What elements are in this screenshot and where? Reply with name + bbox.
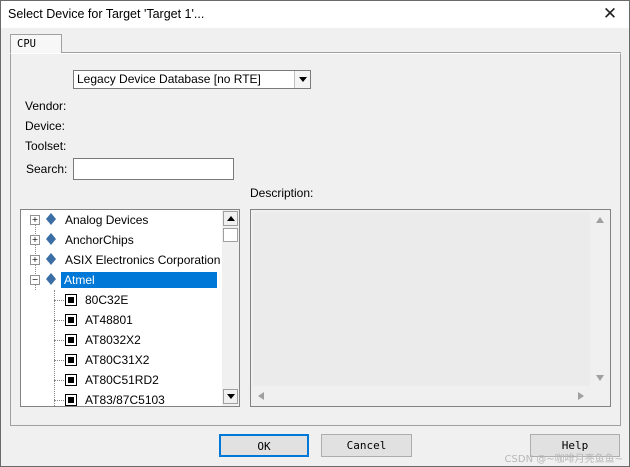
collapse-minus-icon[interactable]: − bbox=[30, 275, 40, 285]
tree-item-device[interactable]: AT8032X2 bbox=[21, 330, 221, 350]
device-label: Device: bbox=[25, 119, 66, 133]
vendor-diamond-icon bbox=[46, 213, 56, 225]
tree-item-device[interactable]: 80C32E bbox=[21, 290, 221, 310]
tree-item-device[interactable]: AT80C31X2 bbox=[21, 350, 221, 370]
chevron-down-icon[interactable] bbox=[294, 71, 310, 88]
tree-item-label: ASIX Electronics Corporation bbox=[65, 253, 221, 267]
expand-plus-icon[interactable]: + bbox=[30, 235, 40, 245]
chip-icon bbox=[65, 334, 77, 346]
tab-cpu[interactable]: CPU bbox=[10, 34, 62, 54]
tree-item-asix[interactable]: + ASIX Electronics Corporation bbox=[21, 250, 221, 270]
tree-item-label: AnchorChips bbox=[65, 233, 134, 247]
scroll-right-icon[interactable] bbox=[578, 392, 584, 400]
tab-cpu-label: CPU bbox=[17, 38, 36, 50]
description-horizontal-scrollbar[interactable] bbox=[252, 388, 590, 405]
window-title: Select Device for Target 'Target 1'... bbox=[8, 7, 205, 21]
tree-item-label: Atmel bbox=[61, 272, 217, 288]
description-box bbox=[250, 209, 611, 407]
vendor-diamond-icon bbox=[46, 273, 56, 285]
tree-connector bbox=[54, 320, 64, 321]
tree-connector bbox=[54, 340, 64, 341]
tree-item-device[interactable]: AT80C51RD2 bbox=[21, 370, 221, 390]
chip-icon bbox=[65, 394, 77, 406]
tree-item-label: AT83/87C5103 bbox=[85, 393, 165, 407]
description-text-area bbox=[253, 212, 590, 386]
vendor-label: Vendor: bbox=[25, 99, 67, 113]
tree-item-analog-devices[interactable]: + Analog Devices bbox=[21, 210, 221, 230]
tree-item-label: AT48801 bbox=[85, 313, 133, 327]
scroll-left-icon[interactable] bbox=[258, 392, 264, 400]
cancel-button[interactable]: Cancel bbox=[321, 434, 412, 457]
tree-item-label: AT8032X2 bbox=[85, 333, 141, 347]
tree-item-label: Analog Devices bbox=[65, 213, 149, 227]
tree-item-device[interactable]: AT48801 bbox=[21, 310, 221, 330]
ok-button[interactable]: OK bbox=[219, 434, 309, 457]
search-input[interactable] bbox=[73, 158, 234, 180]
search-label: Search: bbox=[26, 162, 68, 176]
scroll-down-icon[interactable] bbox=[223, 389, 238, 404]
tree-item-label: 80C32E bbox=[85, 293, 129, 307]
chip-icon bbox=[65, 294, 77, 306]
chip-icon bbox=[65, 374, 77, 386]
description-label: Description: bbox=[250, 186, 314, 200]
title-bar: Select Device for Target 'Target 1'... ✕ bbox=[1, 1, 629, 28]
vendor-diamond-icon bbox=[46, 253, 56, 265]
scroll-up-icon[interactable] bbox=[596, 217, 604, 223]
expand-plus-icon[interactable]: + bbox=[30, 255, 40, 265]
device-database-select[interactable]: Legacy Device Database [no RTE] bbox=[73, 70, 311, 89]
vendor-diamond-icon bbox=[46, 233, 56, 245]
scroll-up-icon[interactable] bbox=[223, 211, 238, 226]
chip-icon bbox=[65, 354, 77, 366]
scroll-down-icon[interactable] bbox=[596, 375, 604, 381]
tree-connector bbox=[54, 360, 64, 361]
device-database-value: Legacy Device Database [no RTE] bbox=[77, 72, 261, 86]
tree-scrollbar[interactable] bbox=[222, 210, 239, 406]
tree-item-device[interactable]: AT83/87C5103 bbox=[21, 390, 221, 407]
description-vertical-scrollbar[interactable] bbox=[592, 211, 609, 387]
toolset-label: Toolset: bbox=[25, 139, 67, 153]
tree-connector bbox=[54, 400, 64, 401]
chip-icon bbox=[65, 314, 77, 326]
close-icon[interactable]: ✕ bbox=[599, 3, 621, 25]
expand-plus-icon[interactable]: + bbox=[30, 215, 40, 225]
tree-connector bbox=[54, 300, 64, 301]
scrollbar-thumb[interactable] bbox=[223, 228, 238, 242]
select-device-dialog: Select Device for Target 'Target 1'... ✕… bbox=[0, 0, 630, 467]
watermark: CSDN @~咖啡月亮鱼鱼~ bbox=[504, 454, 623, 465]
tree-item-atmel[interactable]: − Atmel bbox=[21, 270, 221, 290]
device-tree[interactable]: + Analog Devices + AnchorChips + ASIX El… bbox=[20, 209, 240, 407]
tree-connector bbox=[54, 380, 64, 381]
tree-item-anchorchips[interactable]: + AnchorChips bbox=[21, 230, 221, 250]
tree-item-label: AT80C31X2 bbox=[85, 353, 150, 367]
tree-item-label: AT80C51RD2 bbox=[85, 373, 159, 387]
